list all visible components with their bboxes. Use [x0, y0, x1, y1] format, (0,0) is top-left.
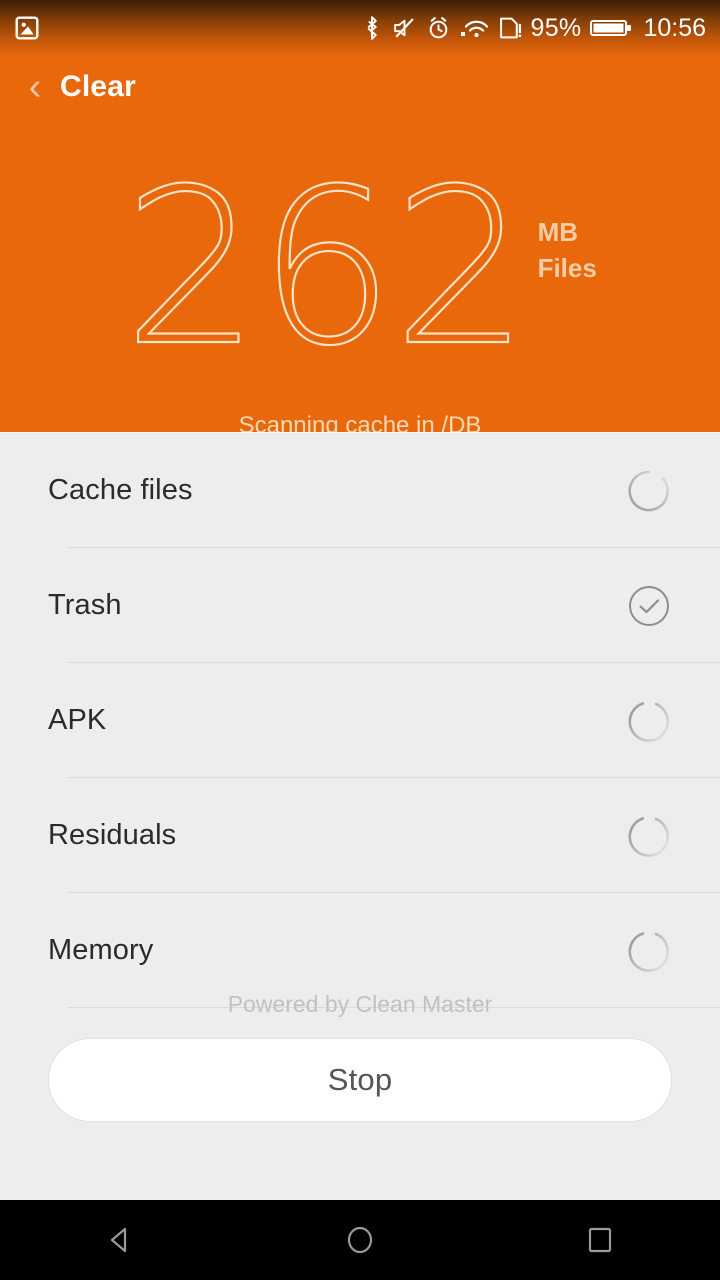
sim-card-icon	[499, 17, 521, 39]
list-item-label: Trash	[48, 589, 122, 621]
status-bar-right: 95% 10:56	[361, 13, 706, 42]
action-bar: ‹ Clear	[0, 56, 720, 118]
list-item-label: APK	[48, 704, 107, 736]
spinner-icon	[628, 931, 670, 972]
page-title: Clear	[60, 70, 137, 103]
bluetooth-icon	[367, 16, 377, 40]
hero-section: 95% 10:56 ‹ Clear 262 MB Files Scanning …	[0, 0, 720, 436]
list-item-status	[626, 928, 672, 974]
list-item[interactable]: APK	[0, 663, 720, 778]
nav-home-button[interactable]	[300, 1200, 420, 1280]
scan-results-panel: Cache files Trash APK Residuals Memory P…	[0, 432, 720, 1200]
image-icon	[15, 16, 39, 40]
nav-recents-button[interactable]	[540, 1200, 660, 1280]
list-item-status	[626, 583, 672, 629]
status-bar: 95% 10:56	[0, 0, 720, 56]
spinner-icon	[628, 701, 670, 742]
stop-button[interactable]: Stop	[48, 1038, 672, 1122]
nav-back-button[interactable]	[60, 1200, 180, 1280]
scan-category-list: Cache files Trash APK Residuals Memory	[0, 433, 720, 1008]
battery-icon	[590, 20, 632, 36]
list-item-status	[626, 468, 672, 514]
list-item-status	[626, 698, 672, 744]
mute-icon	[393, 18, 414, 38]
check-circle-icon	[629, 585, 669, 626]
list-item-status	[626, 813, 672, 859]
scan-amount-block: 262 MB Files	[0, 142, 720, 393]
back-chevron-icon[interactable]: ‹	[18, 67, 52, 107]
wifi-icon	[460, 20, 488, 38]
powered-by-label: Powered by Clean Master	[227, 991, 493, 1017]
spinner-icon	[628, 816, 670, 857]
list-item[interactable]: Cache files	[0, 433, 720, 548]
list-item-label: Residuals	[48, 819, 177, 851]
status-bar-left	[14, 15, 40, 41]
clock-label: 10:56	[643, 13, 706, 42]
recents-square-icon	[588, 1227, 612, 1253]
scan-unit-label: MB	[537, 217, 578, 247]
list-item-label: Memory	[48, 934, 154, 966]
panel-footer: Powered by Clean Master Stop	[0, 993, 720, 1200]
spinner-icon	[628, 470, 669, 511]
scan-unit-sub-label: Files	[537, 252, 597, 283]
back-triangle-icon	[110, 1227, 127, 1253]
list-item[interactable]: Residuals	[0, 778, 720, 893]
alarm-icon	[429, 17, 447, 39]
phone-screen: 95% 10:56 ‹ Clear 262 MB Files Scanning …	[0, 0, 720, 1280]
list-item-label: Cache files	[48, 474, 193, 506]
battery-percent-label: 95%	[530, 13, 582, 42]
home-circle-icon	[347, 1226, 373, 1254]
android-nav-bar	[0, 1200, 720, 1280]
scan-unit-block: MB Files	[528, 180, 597, 284]
list-item[interactable]: Trash	[0, 548, 720, 663]
scan-amount-value: 262	[122, 142, 531, 393]
